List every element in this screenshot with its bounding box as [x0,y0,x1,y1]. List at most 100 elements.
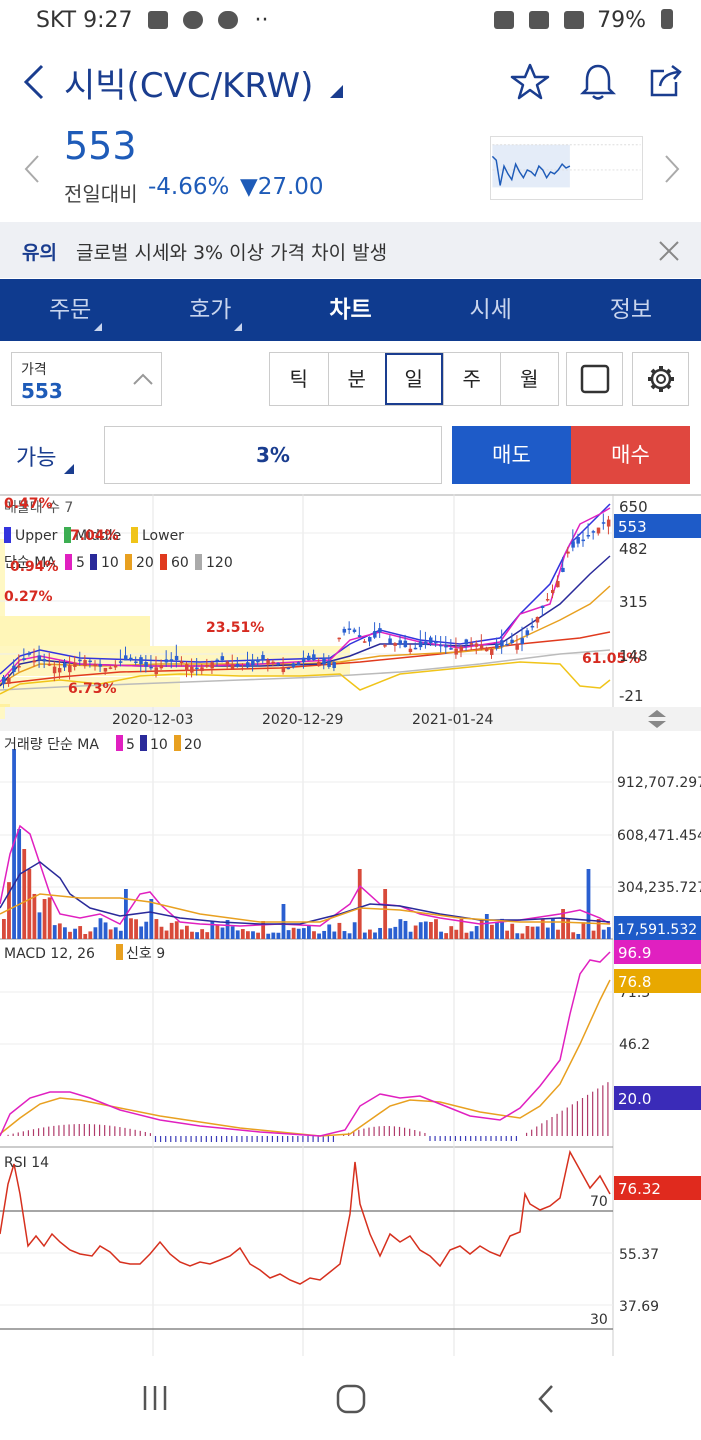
fullscreen-button[interactable] [566,352,623,406]
back-nav-icon[interactable] [536,1384,556,1414]
volume-bar [93,927,98,939]
candle-body [68,665,72,673]
candle-body [169,659,174,661]
candle-body [413,647,418,650]
current-price-tag-label: 553 [618,518,647,536]
volume-bar [301,928,306,939]
volume-bar [520,933,525,939]
candle-body [164,659,169,663]
vp-pct-1: 0.47% [4,496,53,512]
candle-body [586,534,591,537]
vol-legend-5: 5 [126,737,135,753]
candle-body [540,605,545,608]
candle-body [240,667,245,670]
volume-bar [312,931,316,939]
period-day[interactable]: 일 [385,353,443,405]
candle-body [32,660,36,663]
candle-body [525,630,530,635]
price-selector[interactable]: 가격 553 [11,352,162,406]
period-week[interactable]: 주 [442,353,501,405]
candle-body [83,660,87,667]
volume-bar [27,869,32,939]
available-selector[interactable]: 가능 [16,440,75,475]
volume-bar [134,919,138,939]
x-tick-1: 2020-12-03 [112,712,193,728]
y-tick-482: 482 [619,540,648,558]
volume-bar [429,921,433,939]
battery-level: 79% [597,8,646,33]
candle-body [235,663,240,667]
volume-bar [174,921,179,939]
candle-body [2,677,6,684]
volume-bar [271,932,276,939]
square-icon [580,364,610,394]
period-tick[interactable]: 틱 [270,353,328,405]
tab-order[interactable]: 주문 [0,279,140,341]
y-tick-315: 315 [619,593,648,611]
volume-bar [266,933,271,939]
tab-chart-label: 차트 [329,297,372,323]
back-arrow-icon[interactable] [18,62,48,102]
volume-bar [296,928,301,939]
volume-bar [596,919,601,939]
volume-bar [337,922,342,939]
candle-body [17,666,21,668]
battery-icon [661,9,673,29]
candle-body [464,639,469,645]
volume-bar [149,899,154,939]
bell-icon[interactable] [580,62,616,102]
candle-body [362,641,367,643]
star-icon[interactable] [510,62,550,102]
share-icon[interactable] [648,62,686,100]
candle-body [118,661,123,663]
period-minute[interactable]: 분 [327,353,386,405]
tab-info[interactable]: 정보 [561,279,701,341]
buy-button[interactable]: 매수 [571,426,690,484]
candle-body [266,660,270,665]
candle-body [484,647,489,652]
histogram-value-tag-label: 20.0 [618,1090,651,1108]
volume-bar [52,925,57,939]
recent-apps-icon[interactable] [140,1384,170,1412]
candle-body [439,644,443,647]
period-month[interactable]: 월 [500,353,558,405]
dropdown-triangle-icon [64,464,75,474]
rsi-value-tag-label: 76.32 [618,1180,661,1198]
mini-chart[interactable] [490,136,643,200]
prev-market-icon[interactable] [22,154,42,184]
volume-bar [342,931,347,939]
volume-bar [205,932,210,939]
home-icon[interactable] [336,1384,366,1414]
candle-body [78,659,82,662]
carrier: SKT [36,8,77,33]
tab-chart[interactable]: 차트 [280,279,420,341]
percent-input[interactable]: 3% [104,426,442,484]
volume-bar [388,928,393,939]
chart-area[interactable]: 매물대 수 7 Upper Middle Lower 단순 MA 5 10 20… [0,494,701,1356]
volume-bar [510,923,515,939]
next-market-icon[interactable] [662,154,682,184]
cube-icon [217,11,238,29]
period-selector: 틱 분 일 주 월 [269,352,559,406]
volume-bar [322,930,327,939]
market-title[interactable]: 시빅(CVC/KRW) [64,58,344,107]
settings-button[interactable] [632,352,689,406]
volume-bar [601,929,606,939]
volume-bar [129,918,133,939]
candle-body [561,567,565,572]
volume-bar [357,869,362,939]
close-icon[interactable] [658,240,680,262]
volume-bar [423,921,428,939]
volume-bar [22,849,27,939]
candle-body [129,657,133,661]
candle-body [576,537,580,544]
candle-body [322,657,326,665]
candle-body [327,661,331,667]
tab-quotes[interactable]: 시세 [421,279,561,341]
candle-body [606,519,611,527]
tab-orderbook[interactable]: 호가 [140,279,280,341]
volume-bar [32,893,37,939]
sell-button[interactable]: 매도 [452,426,571,484]
candle-body [545,599,550,601]
candle-body [307,655,311,661]
